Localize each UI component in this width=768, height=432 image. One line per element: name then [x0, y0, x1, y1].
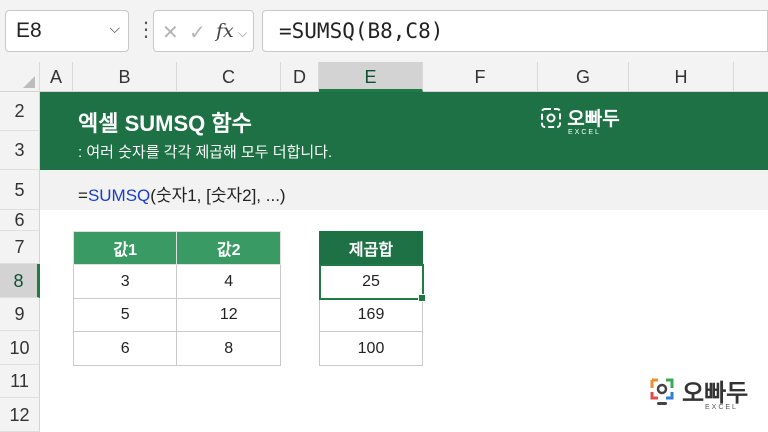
function-icon[interactable]: fx [216, 20, 234, 42]
syntax-args: (숫자1, [숫자2], ...) [150, 186, 286, 205]
input-table: 값1 값2 3 4 5 12 6 8 [72, 231, 281, 366]
column-header-g[interactable]: G [538, 62, 629, 92]
row-header-8[interactable]: 8 [0, 264, 40, 298]
watermark-logo: 오빠두 EXCEL [649, 373, 759, 418]
column-header-b[interactable]: B [73, 62, 177, 92]
fill-handle[interactable] [418, 294, 426, 302]
cell-b9[interactable]: 5 [72, 298, 178, 332]
select-all-button[interactable] [0, 62, 40, 92]
enter-icon[interactable]: ✓ [189, 20, 206, 45]
header-value2: 값2 [176, 231, 281, 265]
result-table: 제곱합 25 169 100 [318, 231, 426, 366]
header-value1: 값1 [72, 231, 178, 265]
brand-name: 오빠두 [567, 109, 620, 130]
column-header-c[interactable]: C [177, 62, 281, 92]
cell-e9[interactable]: 169 [319, 298, 423, 332]
watermark-brand: 오빠두 [682, 380, 749, 407]
syntax-prefix: = [78, 186, 88, 205]
cell-c10[interactable]: 8 [176, 331, 281, 366]
cell-b10[interactable]: 6 [72, 331, 178, 366]
column-headers: A B C D E F G H [0, 62, 768, 92]
row-header-7[interactable]: 7 [0, 231, 40, 264]
more-icon[interactable]: ⋮ [136, 13, 156, 49]
row-header-3[interactable]: 3 [0, 131, 40, 170]
name-box[interactable]: E8 ⌵ [5, 10, 129, 52]
column-header-h[interactable]: H [629, 62, 734, 92]
brand-sub: EXCEL [568, 129, 601, 136]
row-header-11[interactable]: 11 [0, 365, 40, 398]
cell-c8[interactable]: 4 [176, 264, 281, 299]
formula-controls: ✕ ✓ fx ⌵ [153, 10, 254, 52]
cancel-icon[interactable]: ✕ [162, 20, 179, 45]
syntax-function: SUMSQ [87, 186, 151, 205]
chevron-down-icon[interactable]: ⌵ [238, 26, 247, 41]
cell-e10[interactable]: 100 [319, 331, 423, 366]
formula-input[interactable]: =SUMSQ(B8,C8) [262, 10, 768, 52]
cell-c9[interactable]: 12 [176, 298, 281, 332]
brand-logo-icon [541, 108, 561, 128]
chevron-down-icon[interactable]: ⌵ [109, 20, 120, 37]
watermark-sub: EXCEL [705, 404, 738, 411]
column-header-e[interactable]: E [319, 62, 423, 92]
page-title: 엑셀 SUMSQ 함수 [78, 111, 252, 136]
column-header-d[interactable]: D [281, 62, 319, 92]
row-header-9[interactable]: 9 [0, 298, 40, 331]
column-header-a[interactable]: A [40, 62, 73, 92]
syntax-line: =SUMSQ(숫자1, [숫자2], ...) [40, 170, 768, 210]
row-header-10[interactable]: 10 [0, 331, 40, 365]
brand-logo: 오빠두 EXCEL [540, 104, 620, 136]
row-header-2[interactable]: 2 [0, 92, 40, 131]
page-subtitle: : 여러 숫자를 각각 제곱해 모두 더합니다. [78, 144, 333, 161]
row-header-12[interactable]: 12 [0, 398, 40, 432]
cell-e8[interactable]: 25 [318, 263, 426, 302]
header-sum-of-squares: 제곱합 [319, 231, 423, 265]
formula-bar: E8 ⌵ ⋮ ✕ ✓ fx ⌵ =SUMSQ(B8,C8) [0, 0, 768, 62]
brand-logo-icon [650, 378, 674, 405]
row-header-5[interactable]: 5 [0, 170, 40, 210]
cell-b8[interactable]: 3 [72, 264, 178, 299]
row-header-6[interactable]: 6 [0, 210, 40, 231]
column-header-f[interactable]: F [423, 62, 538, 92]
